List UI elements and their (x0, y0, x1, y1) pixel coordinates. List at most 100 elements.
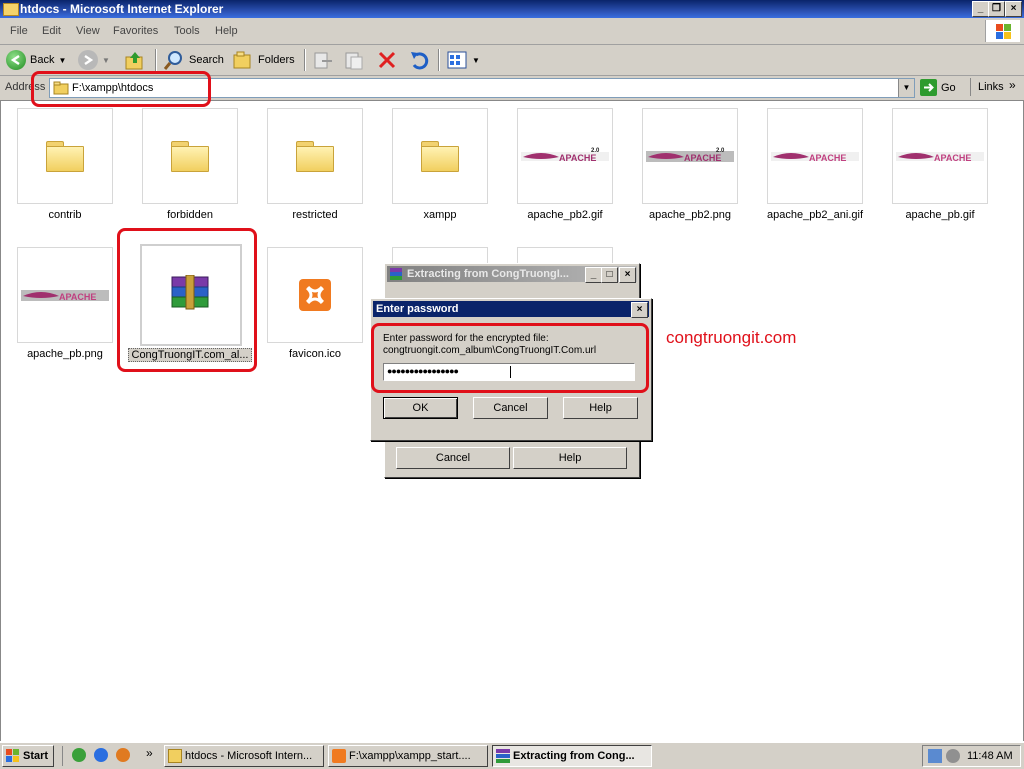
move-to-button[interactable] (312, 48, 334, 72)
help-button[interactable]: Help (563, 397, 638, 419)
menu-bar: File Edit View Favorites Tools Help (0, 18, 1024, 45)
menu-help[interactable]: Help (215, 25, 238, 37)
windows-logo-icon (6, 749, 20, 763)
svg-text:APACHE: APACHE (59, 292, 96, 302)
file-thumb-restricted[interactable] (267, 108, 363, 204)
search-button[interactable]: Search (163, 48, 224, 72)
taskbar-item-xampp-start[interactable]: F:\xampp\xampp_start.... (328, 745, 488, 767)
chevron-down-icon[interactable]: ▼ (472, 56, 480, 65)
quicklaunch-messenger-icon[interactable] (72, 748, 86, 762)
close-button[interactable]: × (631, 302, 648, 318)
chevron-right-icon[interactable]: » (1009, 78, 1016, 92)
file-name[interactable]: xampp (378, 209, 502, 221)
file-thumb-xampp[interactable] (392, 108, 488, 204)
folder-icon (421, 141, 459, 172)
file-name[interactable]: restricted (253, 209, 377, 221)
file-thumb-apache-pb2-ani[interactable]: APACHE (767, 108, 863, 204)
copy-to-button[interactable] (343, 48, 365, 72)
menu-edit[interactable]: Edit (42, 25, 61, 37)
copy-to-icon (345, 52, 363, 70)
taskbar-item-label: Extracting from Cong... (513, 750, 635, 762)
file-name[interactable]: apache_pb2.png (628, 209, 752, 221)
views-grid-icon (447, 51, 467, 69)
menu-view[interactable]: View (76, 25, 100, 37)
chevron-down-icon[interactable]: ▼ (58, 56, 66, 65)
quicklaunch-ie-icon[interactable] (94, 748, 108, 762)
file-thumb-apache-pb-png[interactable]: APACHE (17, 247, 113, 343)
highlight-password (371, 323, 649, 393)
chevron-down-icon[interactable]: ▼ (102, 56, 110, 65)
views-button[interactable]: ▼ (446, 48, 480, 72)
folders-button[interactable]: Folders (232, 48, 295, 72)
go-button[interactable]: Go (920, 79, 956, 96)
taskbar-item-extracting[interactable]: Extracting from Cong... (492, 745, 652, 767)
address-dropdown-button[interactable]: ▼ (898, 79, 914, 97)
maximize-button[interactable]: □ (601, 267, 618, 283)
delete-button[interactable] (376, 48, 398, 72)
highlight-address (31, 71, 211, 107)
volume-icon[interactable] (946, 749, 960, 763)
back-button[interactable]: Back ▼ (6, 48, 66, 72)
close-button[interactable]: × (619, 267, 636, 283)
move-to-icon (314, 52, 332, 69)
file-name[interactable]: apache_pb.png (3, 348, 127, 360)
windows-logo-icon (985, 20, 1020, 42)
winrar-icon (390, 268, 402, 280)
forward-button[interactable]: ▼ (78, 48, 110, 72)
extracting-dialog-title-bar[interactable]: Extracting from CongTruongI... _ □ × (387, 266, 637, 283)
minimize-button[interactable]: _ (972, 1, 989, 17)
svg-text:APACHE: APACHE (559, 153, 596, 163)
file-name[interactable]: apache_pb.gif (878, 209, 1002, 221)
apache-logo-icon: APACHE2.0 (521, 148, 609, 163)
file-thumb-favicon[interactable] (267, 247, 363, 343)
taskbar-item-label: F:\xampp\xampp_start.... (349, 750, 471, 762)
undo-icon (411, 52, 429, 70)
network-icon[interactable] (928, 749, 942, 763)
file-thumb-forbidden[interactable] (142, 108, 238, 204)
file-thumb-apache-pb-gif[interactable]: APACHE (892, 108, 988, 204)
close-button[interactable]: × (1005, 1, 1022, 17)
window-title: htdocs - Microsoft Internet Explorer (20, 2, 224, 16)
xampp-icon (332, 749, 346, 763)
highlight-archive (117, 228, 257, 372)
extract-help-button[interactable]: Help (513, 447, 627, 469)
clock: 11:48 AM (967, 750, 1013, 762)
chevron-right-icon[interactable]: » (146, 746, 153, 760)
menu-file[interactable]: File (10, 25, 28, 37)
svg-text:APACHE: APACHE (809, 153, 846, 163)
window-title-bar[interactable]: htdocs - Microsoft Internet Explorer _ ❐… (0, 0, 1024, 18)
links-button[interactable]: Links (978, 81, 1004, 93)
file-thumb-apache-pb2-png[interactable]: APACHE 2.0 (642, 108, 738, 204)
maximize-button[interactable]: ❐ (988, 1, 1005, 17)
file-thumb-apache-pb2-gif[interactable]: APACHE 2.0 (517, 108, 613, 204)
ok-button[interactable]: OK (383, 397, 458, 419)
file-name[interactable]: forbidden (128, 209, 252, 221)
start-button[interactable]: Start (2, 745, 54, 767)
menu-tools[interactable]: Tools (174, 25, 200, 37)
svg-text:2.0: 2.0 (716, 148, 725, 154)
apache-logo-icon: APACHE (21, 290, 109, 302)
menu-favorites[interactable]: Favorites (113, 25, 158, 37)
go-arrow-icon (920, 79, 937, 96)
folder-icon (171, 141, 209, 172)
password-dialog-title-bar[interactable]: Enter password × (373, 301, 649, 318)
up-folder-button[interactable] (124, 48, 146, 72)
svg-text:APACHE: APACHE (684, 153, 721, 163)
taskbar-item-explorer[interactable]: htdocs - Microsoft Intern... (164, 745, 324, 767)
quicklaunch-firefox-icon[interactable] (116, 748, 130, 762)
file-name[interactable]: apache_pb2.gif (503, 209, 627, 221)
apache-logo-icon: APACHE2.0 (646, 148, 734, 163)
folder-icon (46, 141, 84, 172)
delete-x-icon (378, 51, 396, 69)
file-name[interactable]: favicon.ico (253, 348, 377, 360)
cancel-button[interactable]: Cancel (473, 397, 548, 419)
file-thumb-contrib[interactable] (17, 108, 113, 204)
minimize-button[interactable]: _ (585, 267, 602, 283)
taskbar: Start » htdocs - Microsoft Intern... F:\… (0, 742, 1024, 769)
undo-button[interactable] (408, 48, 430, 72)
back-arrow-icon (6, 50, 26, 70)
file-name[interactable]: contrib (3, 209, 127, 221)
extract-cancel-button[interactable]: Cancel (396, 447, 510, 469)
file-name[interactable]: apache_pb2_ani.gif (753, 209, 877, 221)
password-dialog-title: Enter password (376, 303, 459, 315)
